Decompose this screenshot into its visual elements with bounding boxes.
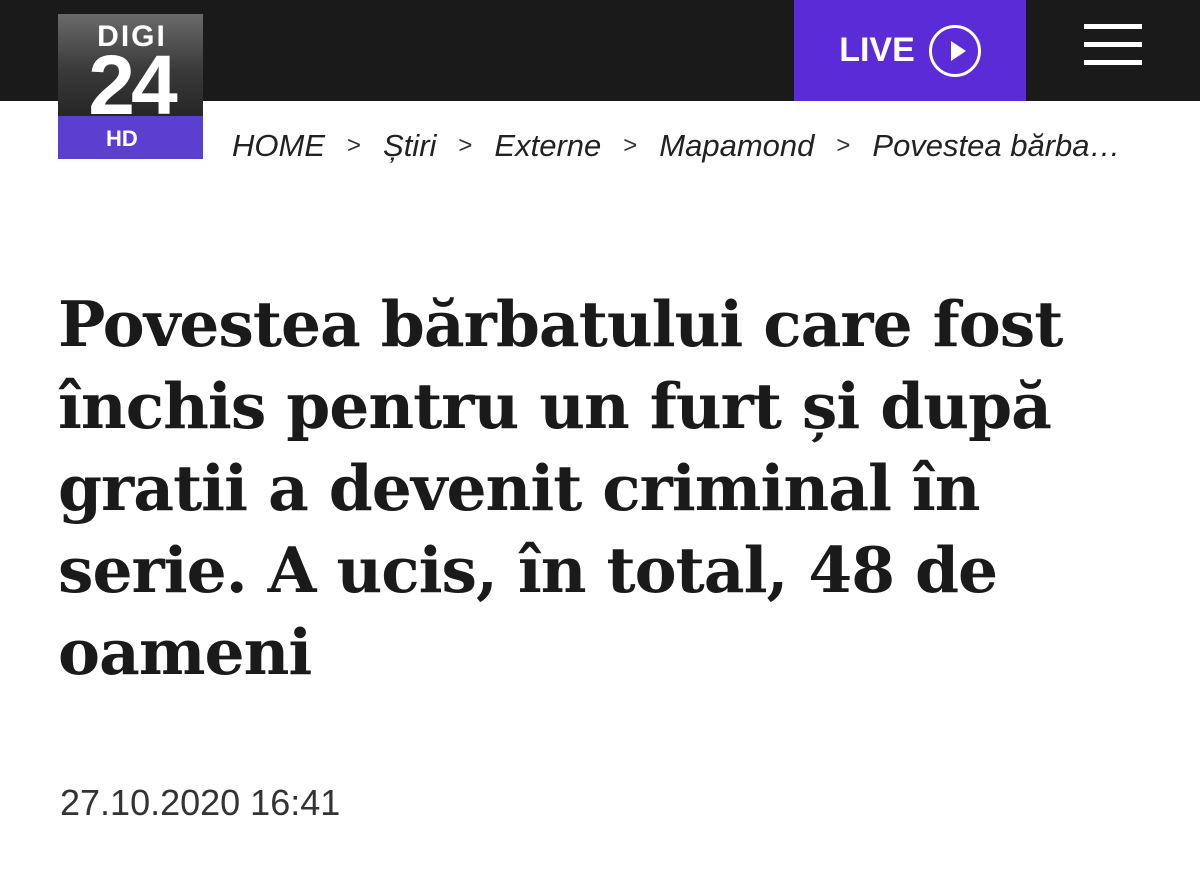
- breadcrumb-externe[interactable]: Externe: [494, 128, 601, 164]
- live-button[interactable]: LIVE: [794, 0, 1026, 101]
- breadcrumb-home[interactable]: HOME: [232, 128, 325, 164]
- logo-number: 24: [88, 38, 177, 132]
- breadcrumb-separator: >: [458, 132, 473, 159]
- article-date: 27.10.2020 16:41: [60, 782, 341, 823]
- digi24-logo[interactable]: DIGI 24 HD: [58, 14, 203, 159]
- breadcrumb-separator: >: [623, 132, 638, 159]
- article-title: Povestea bărbatului care fost închis pen…: [58, 287, 1063, 689]
- breadcrumb-stiri[interactable]: Știri: [383, 128, 436, 164]
- breadcrumb: HOME > Știri > Externe > Mapamond > Pove…: [232, 126, 1142, 166]
- breadcrumb-separator: >: [347, 132, 362, 159]
- play-circle-icon: [928, 24, 981, 77]
- logo-hd-badge: HD: [106, 126, 138, 151]
- breadcrumb-separator: >: [836, 132, 851, 159]
- hamburger-menu-icon[interactable]: [1084, 24, 1142, 66]
- breadcrumb-current-article: Povestea bărba…: [872, 128, 1121, 163]
- breadcrumb-mapamond[interactable]: Mapamond: [659, 128, 814, 164]
- live-label: LIVE: [839, 31, 915, 69]
